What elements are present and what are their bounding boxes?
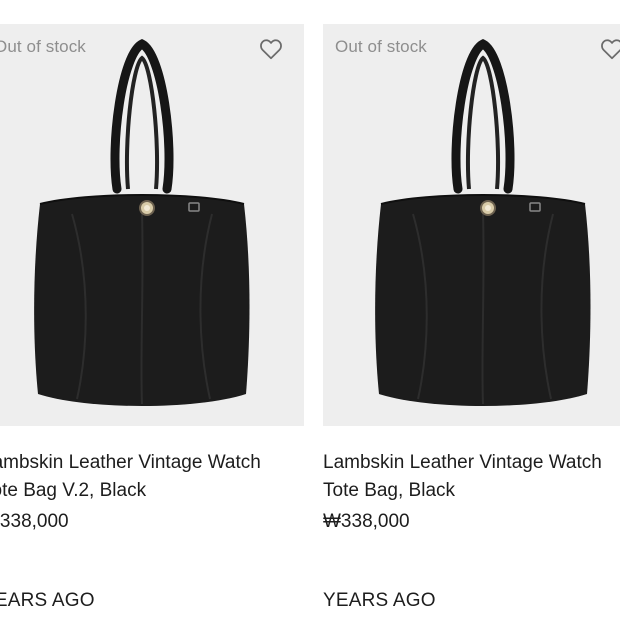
product-price: ₩338,000 xyxy=(0,511,69,532)
product-card[interactable]: Out of stock Lambskin Leather Vintage Wa… xyxy=(0,24,304,611)
heart-outline-icon[interactable] xyxy=(599,36,620,62)
product-brand[interactable]: YEARS AGO xyxy=(0,590,95,612)
product-image-container[interactable]: Out of stock xyxy=(323,24,620,426)
product-title[interactable]: Lambskin Leather Vintage Watch Tote Bag,… xyxy=(323,449,620,505)
product-brand[interactable]: YEARS AGO xyxy=(323,590,436,612)
product-image xyxy=(34,38,250,406)
product-card[interactable]: Out of stock Lambskin Leather Vintage Wa… xyxy=(323,24,620,611)
out-of-stock-badge: Out of stock xyxy=(0,37,86,56)
product-grid: Out of stock Lambskin Leather Vintage Wa… xyxy=(0,0,620,620)
heart-outline-icon[interactable] xyxy=(258,36,284,62)
product-image xyxy=(375,38,591,406)
product-title[interactable]: Lambskin Leather Vintage Watch Tote Bag … xyxy=(0,449,322,505)
out-of-stock-badge: Out of stock xyxy=(335,37,427,56)
product-image-container[interactable]: Out of stock xyxy=(0,24,304,426)
product-price: ₩338,000 xyxy=(323,511,410,532)
